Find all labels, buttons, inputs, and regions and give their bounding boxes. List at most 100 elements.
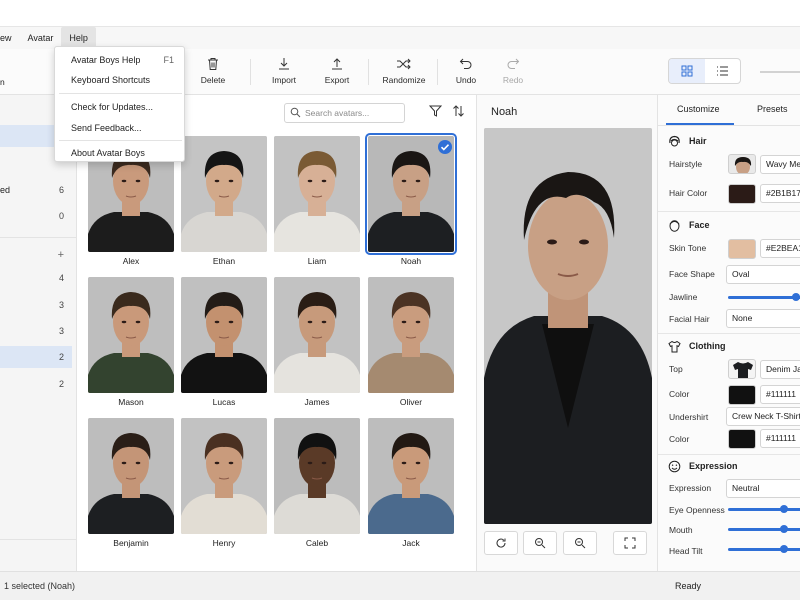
help-menu-item-help[interactable]: Avatar Boys Help F1 — [55, 50, 186, 70]
face-section-header[interactable]: Face — [668, 219, 710, 233]
export-button[interactable]: Export — [312, 55, 362, 89]
undershirt-color-swatch[interactable] — [728, 429, 756, 449]
hairstyle-thumbnail[interactable] — [728, 154, 756, 174]
slider-knob[interactable] — [780, 525, 788, 533]
expression-section-header[interactable]: Expression — [668, 460, 738, 474]
head-tilt-label: Head Tilt — [669, 546, 703, 556]
top-color-swatch[interactable] — [728, 385, 756, 405]
zoom-out-button[interactable] — [563, 531, 597, 555]
menu-item-label: Keyboard Shortcuts — [71, 75, 151, 85]
top-color-label: Color — [669, 389, 690, 399]
menu-separator — [59, 140, 182, 141]
tab-presets[interactable]: Presets — [757, 104, 788, 114]
slider-knob[interactable] — [792, 293, 800, 301]
avatar-name: Liam — [307, 256, 327, 266]
zoom-in-button[interactable] — [523, 531, 557, 555]
add-collection-button[interactable]: + — [0, 244, 72, 266]
randomize-button[interactable]: Randomize — [379, 55, 429, 89]
toolbar-separator — [250, 59, 251, 85]
redo-label: Redo — [502, 75, 524, 85]
help-menu-item-shortcuts[interactable]: Keyboard Shortcuts — [55, 70, 186, 90]
sidebar-item[interactable]: 4 — [0, 267, 72, 289]
hairstyle-select[interactable]: Wavy Me — [760, 155, 800, 174]
avatar-card[interactable]: Noah — [365, 133, 457, 268]
top-color-field[interactable]: #111111 — [760, 385, 800, 404]
face-shape-select[interactable]: Oval — [726, 265, 800, 284]
jawline-slider[interactable] — [728, 293, 800, 301]
sidebar-item[interactable]: 3 — [0, 320, 72, 342]
toolbar-separator — [368, 59, 369, 85]
sidebar-divider — [0, 539, 77, 540]
sidebar-item-count: 4 — [58, 273, 64, 283]
hair-heading: Hair — [689, 136, 707, 146]
trash-icon — [208, 58, 218, 70]
slider-knob[interactable] — [780, 545, 788, 553]
avatar-name: James — [304, 397, 330, 407]
avatar-card[interactable]: Benjamin — [88, 418, 177, 550]
avatar-name: Lucas — [212, 397, 236, 407]
skin-tone-swatch[interactable] — [728, 239, 756, 259]
skin-tone-field[interactable]: #E2BEA1 — [760, 239, 800, 258]
delete-button[interactable]: Delete — [188, 55, 238, 89]
menu-item-shortcut: F1 — [163, 55, 174, 65]
zoom-slider[interactable] — [760, 71, 800, 73]
avatar-name: Caleb — [305, 538, 329, 548]
menu-item-label: Send Feedback... — [71, 123, 142, 133]
help-menu-item-updates[interactable]: Check for Updates... — [55, 97, 186, 117]
top-select[interactable]: Denim Ja — [760, 360, 800, 379]
avatar-card[interactable]: Henry — [181, 418, 270, 550]
head-tilt-slider[interactable] — [728, 545, 800, 553]
hair-color-field[interactable]: #2B1B17 — [760, 184, 800, 203]
avatar-card[interactable]: Caleb — [274, 418, 363, 550]
avatar-card[interactable]: James — [274, 277, 363, 409]
avatar-card[interactable]: Ethan — [181, 136, 270, 268]
export-label: Export — [324, 75, 350, 85]
avatar-name: Oliver — [399, 397, 423, 407]
section-divider — [658, 211, 800, 212]
ready-status: Ready — [675, 581, 702, 591]
undo-button[interactable]: Undo — [441, 55, 491, 89]
fullscreen-button[interactable] — [613, 531, 647, 555]
search-input[interactable] — [305, 106, 401, 120]
avatar-thumbnail — [181, 136, 267, 252]
import-button[interactable]: Import — [259, 55, 309, 89]
eye-openness-slider[interactable] — [728, 505, 800, 513]
preview-title: Noah — [491, 106, 518, 118]
undershirt-select[interactable]: Crew Neck T-Shirt — [726, 407, 800, 426]
sidebar-item[interactable]: ed 6 — [0, 179, 72, 201]
slider-knob[interactable] — [780, 505, 788, 513]
reset-view-button[interactable] — [484, 531, 518, 555]
list-view-button[interactable] — [705, 59, 741, 83]
grid-view-button[interactable] — [669, 59, 705, 83]
sidebar-item-label: ed — [0, 185, 11, 195]
sidebar-item[interactable]: 2 — [0, 373, 72, 395]
face-heading: Face — [689, 220, 710, 230]
avatar-card[interactable]: Mason — [88, 277, 177, 409]
filter-icon[interactable] — [429, 105, 442, 117]
menu-view[interactable]: ew — [0, 27, 20, 49]
redo-button[interactable]: Redo — [488, 55, 538, 89]
sort-icon[interactable] — [452, 105, 465, 117]
undershirt-color-field[interactable]: #111111 — [760, 429, 800, 448]
sidebar-item[interactable]: 0 — [0, 205, 72, 227]
clothing-section-header[interactable]: Clothing — [668, 340, 726, 354]
mouth-slider[interactable] — [728, 525, 800, 533]
avatar-card[interactable]: Liam — [274, 136, 363, 268]
tab-customize[interactable]: Customize — [677, 104, 720, 114]
sidebar-item[interactable]: 3 — [0, 294, 72, 316]
sidebar-item[interactable]: 2 — [0, 346, 72, 368]
hair-color-swatch[interactable] — [728, 184, 756, 204]
help-menu-item-feedback[interactable]: Send Feedback... — [55, 118, 186, 138]
download-icon — [279, 58, 289, 70]
avatar-card[interactable]: Jack — [368, 418, 457, 550]
eye-openness-label: Eye Openness — [669, 505, 725, 515]
face-shape-label: Face Shape — [669, 269, 715, 279]
expression-select[interactable]: Neutral — [726, 479, 800, 498]
hair-section-header[interactable]: Hair — [668, 135, 707, 149]
avatar-card[interactable]: Lucas — [181, 277, 270, 409]
avatar-card[interactable]: Oliver — [368, 277, 457, 409]
menu-separator — [59, 93, 182, 94]
help-menu-item-about[interactable]: About Avatar Boys — [55, 143, 186, 163]
top-thumbnail[interactable] — [728, 359, 756, 379]
facial-hair-select[interactable]: None — [726, 309, 800, 328]
